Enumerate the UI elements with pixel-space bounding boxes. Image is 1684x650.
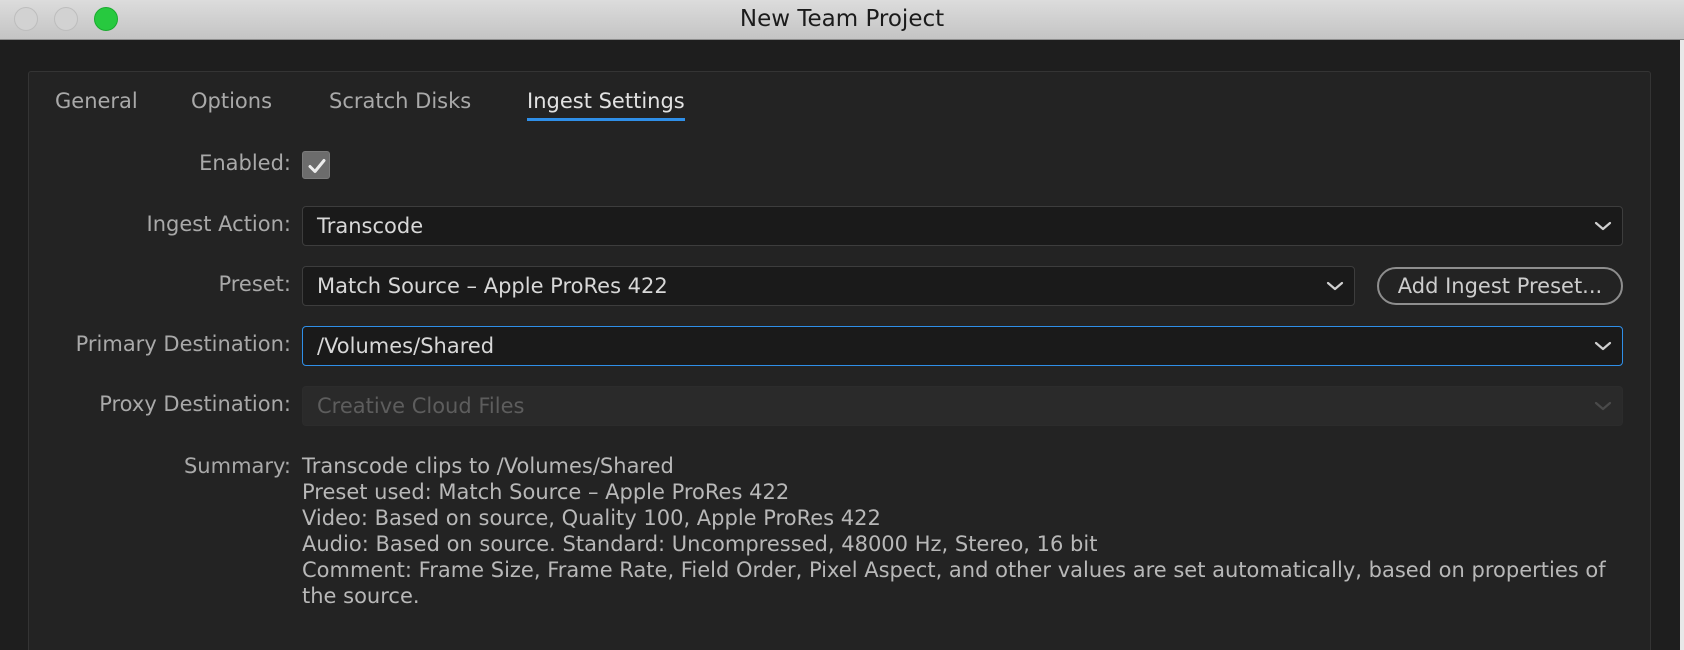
active-tab-indicator [527, 118, 685, 121]
summary-text: Transcode clips to /Volumes/Shared Prese… [302, 453, 1627, 609]
summary-line: Preset used: Match Source – Apple ProRes… [302, 480, 790, 504]
tab-scratch-disks[interactable]: Scratch Disks [329, 85, 471, 117]
enabled-checkbox[interactable] [302, 151, 330, 179]
enabled-label: Enabled: [199, 151, 291, 175]
chevron-down-icon [1594, 221, 1612, 231]
tab-ingest-settings[interactable]: Ingest Settings [527, 85, 685, 117]
primary-destination-dropdown[interactable]: /Volumes/Shared [302, 326, 1623, 366]
preset-dropdown[interactable]: Match Source – Apple ProRes 422 [302, 266, 1355, 306]
ingest-action-label: Ingest Action: [146, 212, 291, 236]
primary-destination-label: Primary Destination: [75, 332, 291, 356]
preset-value: Match Source – Apple ProRes 422 [317, 274, 668, 298]
ingest-action-value: Transcode [317, 214, 424, 238]
chevron-down-icon [1594, 341, 1612, 351]
tab-options[interactable]: Options [191, 85, 272, 117]
summary-line: Audio: Based on source. Standard: Uncomp… [302, 532, 1098, 556]
proxy-destination-value: Creative Cloud Files [317, 394, 525, 418]
add-ingest-preset-button[interactable]: Add Ingest Preset... [1377, 267, 1623, 305]
ingest-action-dropdown[interactable]: Transcode [302, 206, 1623, 246]
summary-line: Video: Based on source, Quality 100, App… [302, 506, 881, 530]
summary-line: Comment: Frame Size, Frame Rate, Field O… [302, 558, 1606, 608]
window-title: New Team Project [739, 6, 945, 32]
summary-line: Transcode clips to /Volumes/Shared [302, 454, 674, 478]
proxy-destination-dropdown: Creative Cloud Files [302, 386, 1623, 426]
checkmark-icon [308, 159, 326, 173]
title-bar: New Team Project [0, 0, 1684, 40]
window-edge [1680, 40, 1684, 650]
chevron-down-icon [1326, 281, 1344, 291]
proxy-destination-label: Proxy Destination: [99, 392, 291, 416]
summary-label: Summary: [183, 454, 291, 478]
chevron-down-icon [1594, 401, 1612, 411]
preset-label: Preset: [218, 272, 291, 296]
new-team-project-window: New Team Project General Options Scratch… [0, 0, 1684, 650]
primary-destination-value: /Volumes/Shared [317, 334, 495, 358]
tab-general[interactable]: General [55, 85, 138, 117]
